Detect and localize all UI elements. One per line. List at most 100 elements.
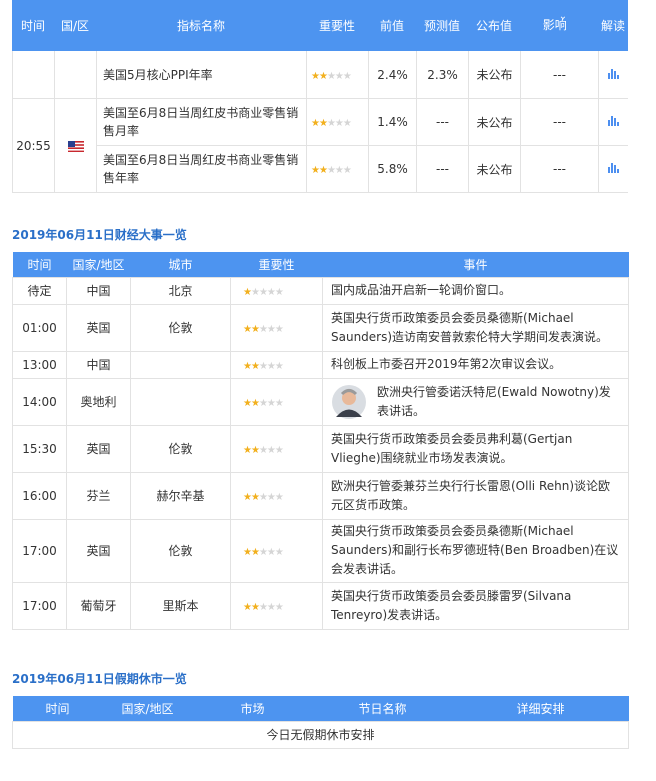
col-forecast: 预测值 xyxy=(423,19,460,33)
indicator-name: 美国至6月8日当周红皮书商业零售销售年率 xyxy=(96,145,307,193)
importance-stars: ★★★★★ xyxy=(230,276,323,305)
event-country: 葡萄牙 xyxy=(66,581,131,630)
importance-stars: ★★★★★ xyxy=(230,424,323,473)
impact-value: --- xyxy=(520,98,599,146)
importance-stars: ★★★★★ xyxy=(230,518,323,583)
chevron-down-icon[interactable]: ⌄ xyxy=(559,11,567,22)
importance-stars: ★★★★★ xyxy=(230,471,323,520)
col-event: 事件 xyxy=(463,257,488,272)
star-rating: ★★★★★ xyxy=(243,286,284,298)
col-country: 国/区 xyxy=(60,19,90,33)
importance-stars: ★★★★★ xyxy=(306,50,369,99)
event-description: 欧洲央行管委诺沃特尼(Ewald Nowotny)发表讲话。 xyxy=(377,384,611,418)
flag-cell xyxy=(54,98,97,193)
importance-stars: ★★★★★ xyxy=(230,350,323,379)
event-city: 伦敦 xyxy=(130,424,231,473)
col-city: 城市 xyxy=(168,257,193,272)
col-time: 时间 xyxy=(27,257,52,272)
event-row: 待定 中国 北京 ★★★★★ 国内成品油开启新一轮调价窗口。 xyxy=(12,276,629,305)
event-text: 英国央行货币政策委员会委员滕雷罗(Silvana Tenreyro)发表讲话。 xyxy=(322,581,629,630)
actual-value: 未公布 xyxy=(468,98,521,146)
impact-value: --- xyxy=(520,50,599,99)
interpret-button[interactable] xyxy=(598,98,628,146)
event-city: 赫尔辛基 xyxy=(130,471,231,520)
star-rating: ★★★★★ xyxy=(243,360,284,372)
col-country: 国家/地区 xyxy=(72,257,125,272)
forecast-value: --- xyxy=(416,98,469,146)
events-table: 时间 国家/地区 城市 重要性 事件 待定 中国 北京 ★★★★★ 国内成品油开启新一轮… xyxy=(12,252,629,630)
event-time: 16:00 xyxy=(12,471,67,520)
holidays-title: 2019年06月11日假期休市一览 xyxy=(12,672,187,686)
forecast-value: 2.3% xyxy=(416,50,469,99)
event-city xyxy=(130,377,231,426)
event-time: 17:00 xyxy=(12,518,67,583)
time-cell: 20:55 xyxy=(12,98,55,193)
event-time: 13:00 xyxy=(12,350,67,379)
event-row: 01:00 英国 伦敦 ★★★★★ 英国央行货币政策委员会委员桑德斯(Michael S… xyxy=(12,303,629,352)
col-interpret: 解读 xyxy=(600,19,625,33)
bar-chart-icon[interactable] xyxy=(607,116,620,126)
star-rating: ★★★★★ xyxy=(243,546,284,558)
previous-value: 2.4% xyxy=(368,50,417,99)
top-table-wrap: 美国5月核心PPI年率 ★★★★★ 2.4% 2.3% 未公布 --- 20:5… xyxy=(12,0,628,193)
event-time: 待定 xyxy=(12,276,67,305)
indicator-name: 美国至6月8日当周红皮书商业零售销售月率 xyxy=(96,98,307,146)
event-city xyxy=(130,350,231,379)
importance-stars: ★★★★★ xyxy=(230,581,323,630)
avatar xyxy=(332,384,366,419)
col-importance: 重要性 xyxy=(318,19,355,33)
col-holiday: 节日名称 xyxy=(358,701,407,716)
event-text: 国内成品油开启新一轮调价窗口。 xyxy=(322,276,629,305)
col-indicator: 指标名称 xyxy=(176,19,225,33)
us-flag-icon xyxy=(67,140,84,152)
previous-value: 1.4% xyxy=(368,98,417,146)
event-row: 15:30 英国 伦敦 ★★★★★ 英国央行货币政策委员会委员弗利葛(Gertjan V… xyxy=(12,424,629,473)
event-text: 英国央行货币政策委员会委员桑德斯(Michael Saunders)造访南安普敦… xyxy=(322,303,629,352)
holidays-table: 时间 国家/地区 市场 节日名称 详细安排 今日无假期休市安排 xyxy=(12,696,629,749)
interpret-button[interactable] xyxy=(598,145,628,193)
star-rating: ★★★★★ xyxy=(243,601,284,613)
event-time: 17:00 xyxy=(12,581,67,630)
event-country: 中国 xyxy=(66,276,131,305)
importance-stars: ★★★★★ xyxy=(230,377,323,426)
actual-value: 未公布 xyxy=(468,145,521,193)
star-rating: ★★★★★ xyxy=(243,444,284,456)
bar-chart-icon[interactable] xyxy=(607,68,620,79)
interpret-button[interactable] xyxy=(598,50,628,99)
event-time: 14:00 xyxy=(12,377,67,426)
star-rating: ★★★★★ xyxy=(243,491,284,503)
event-text: 欧洲央行管委诺沃特尼(Ewald Nowotny)发表讲话。 xyxy=(322,377,629,426)
event-text: 英国央行货币政策委员会委员桑德斯(Michael Saunders)和副行长布罗… xyxy=(322,518,629,583)
star-rating: ★★★★★ xyxy=(243,397,284,409)
event-country: 中国 xyxy=(66,350,131,379)
event-text: 英国央行货币政策委员会委员弗利葛(Gertjan Vlieghe)围绕就业市场发… xyxy=(322,424,629,473)
event-country: 英国 xyxy=(66,424,131,473)
event-time: 01:00 xyxy=(12,303,67,352)
indicator-table-header: 时间 国/区 指标名称 重要性 前值 预测值 公布值 影响⌄ 解读 xyxy=(12,0,628,51)
col-market: 市场 xyxy=(240,701,265,716)
col-country: 国家/地区 xyxy=(121,701,174,716)
event-city: 里斯本 xyxy=(130,581,231,630)
col-importance: 重要性 xyxy=(258,257,295,272)
bar-chart-icon[interactable] xyxy=(607,163,620,173)
event-row: 17:00 英国 伦敦 ★★★★★ 英国央行货币政策委员会委员桑德斯(Michael S… xyxy=(12,518,629,583)
event-row: 14:00 奥地利 ★★★★★ 欧洲央行管委诺沃特尼(Ewald Nowotny)发表… xyxy=(12,377,629,426)
col-previous: 前值 xyxy=(379,19,404,33)
importance-stars: ★★★★★ xyxy=(230,303,323,352)
event-country: 芬兰 xyxy=(66,471,131,520)
importance-stars: ★★★★★ xyxy=(306,145,369,193)
previous-value: 5.8% xyxy=(368,145,417,193)
event-country: 英国 xyxy=(66,303,131,352)
event-city: 伦敦 xyxy=(130,518,231,583)
event-text: 科创板上市委召开2019年第2次审议会议。 xyxy=(322,350,629,379)
event-row: 13:00 中国 ★★★★★ 科创板上市委召开2019年第2次审议会议。 xyxy=(12,350,629,379)
event-text: 欧洲央行管委兼芬兰央行行长雷恩(Olli Rehn)谈论欧元区货币政策。 xyxy=(322,471,629,520)
col-impact[interactable]: 影响⌄ xyxy=(520,0,598,51)
col-time: 时间 xyxy=(20,19,45,33)
importance-stars: ★★★★★ xyxy=(306,98,369,146)
event-time: 15:30 xyxy=(12,424,67,473)
event-city: 伦敦 xyxy=(130,303,231,352)
event-row: 16:00 芬兰 赫尔辛基 ★★★★★ 欧洲央行管委兼芬兰央行行长雷恩(Olli Reh… xyxy=(12,471,629,520)
col-time: 时间 xyxy=(45,701,70,716)
col-actual: 公布值 xyxy=(475,19,512,33)
